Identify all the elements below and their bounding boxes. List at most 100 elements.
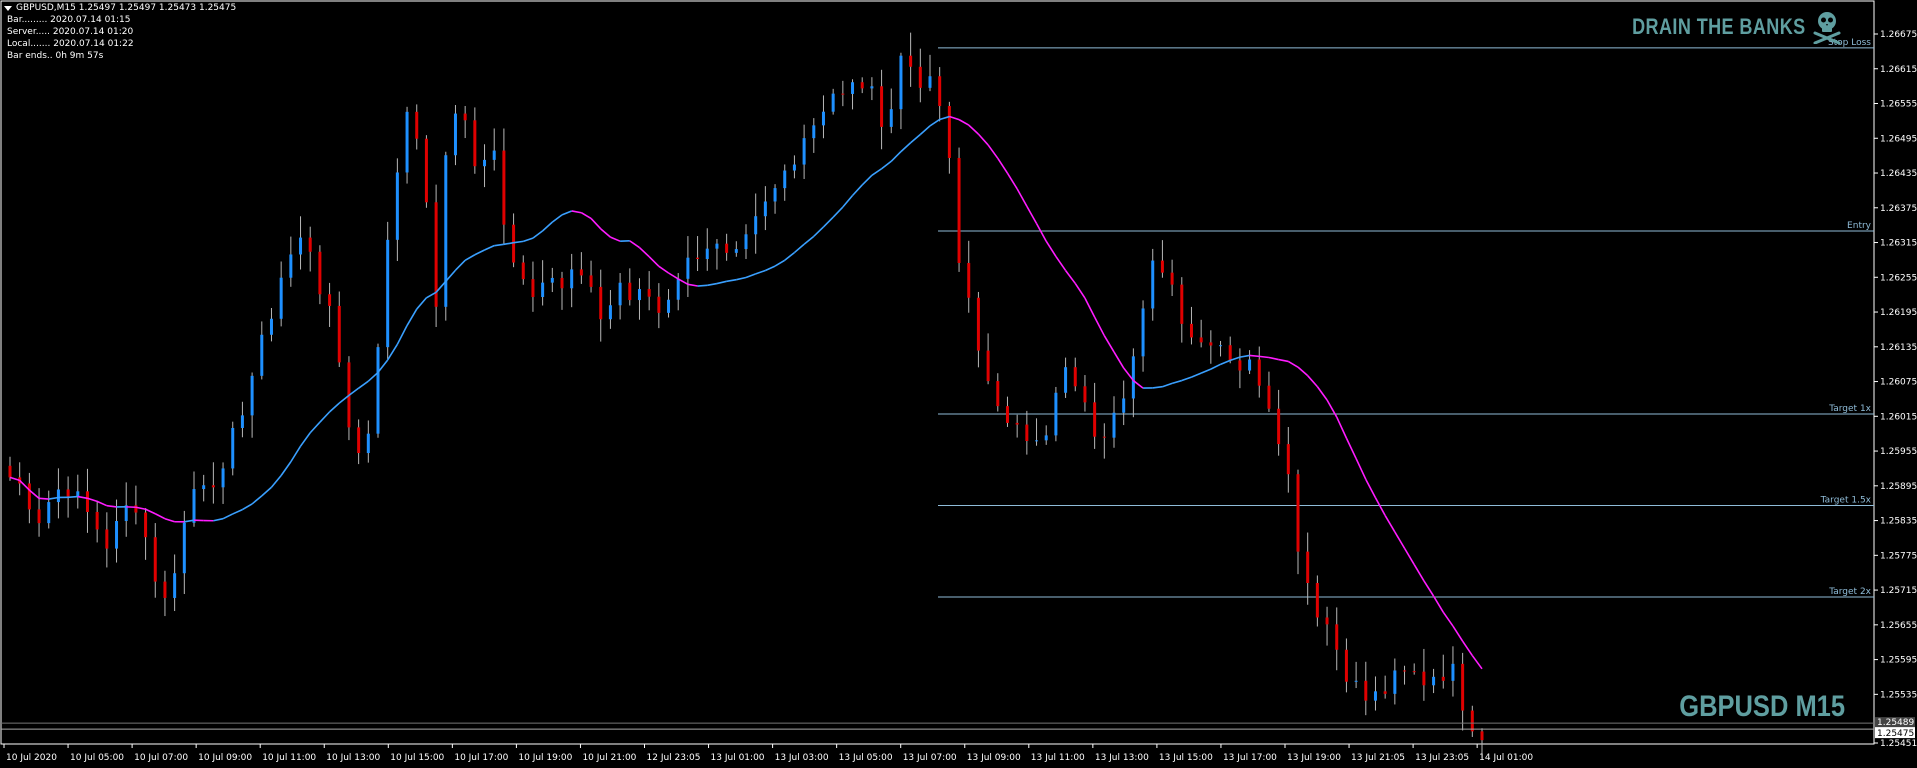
candle-bear [424, 138, 428, 203]
candle-bear [938, 76, 942, 107]
candle-bull [269, 318, 273, 335]
ma-segment [1152, 385, 1163, 389]
ma-segment [1278, 358, 1289, 363]
time-tick-label: 13 Jul 01:00 [711, 753, 765, 763]
ma-segment [1452, 625, 1464, 642]
candle-bear [947, 106, 951, 158]
ma-segment [736, 276, 747, 281]
ma-segment [154, 513, 166, 520]
ma-segment [551, 214, 563, 223]
candle-bear [328, 294, 332, 306]
candle-bull [279, 277, 283, 319]
ma-segment [1035, 223, 1047, 242]
skull-crossbones-icon [1813, 12, 1841, 44]
ma-segment [164, 517, 175, 523]
time-tick-label: 13 Jul 07:00 [903, 753, 957, 763]
ma-segment [726, 278, 737, 283]
ma-segment [1461, 640, 1473, 656]
candle-bear [144, 512, 148, 538]
ma-segment [745, 273, 756, 279]
ma-segment [861, 174, 873, 186]
candle-bear [1364, 680, 1368, 701]
ma-segment [1287, 360, 1299, 368]
candle-bear [105, 529, 109, 549]
candle-bull [395, 172, 399, 240]
ma-segment [299, 432, 311, 447]
price-tick-label: 1.26555 [1880, 100, 1917, 110]
candle-bear [725, 243, 729, 253]
candle-bull [1354, 680, 1358, 682]
ma-segment [842, 194, 854, 208]
ma-segment [716, 280, 727, 285]
candle-bear [1015, 422, 1019, 425]
level-label: Target 2x [1828, 587, 1871, 597]
ma-segment [1336, 416, 1348, 439]
candle-bull [173, 573, 177, 598]
price-tick-label: 1.26255 [1880, 273, 1917, 283]
ma-segment [454, 259, 466, 271]
candle-bull [182, 522, 186, 574]
candle-bear [1306, 551, 1310, 583]
ma-segment [309, 421, 321, 434]
candle-bear [860, 82, 864, 89]
candle-bull [754, 216, 758, 235]
price-tick-label: 1.26615 [1880, 65, 1917, 75]
ma-segment [919, 125, 931, 136]
ma-segment [1297, 366, 1309, 377]
candle-bear [1257, 359, 1261, 386]
ma-segment [474, 249, 485, 256]
ma-segment [242, 503, 253, 511]
symbol-watermark: GBPUSD M15 [1679, 690, 1845, 723]
candle-bull [637, 289, 641, 301]
ma-segment [1413, 564, 1425, 582]
symbol-header[interactable]: GBPUSD,M15 1.25497 1.25497 1.25473 1.254… [4, 2, 236, 14]
candle-bull [483, 159, 487, 167]
ma-segment [1326, 399, 1338, 418]
candle-bear [85, 491, 89, 512]
candle-bull [763, 201, 767, 217]
bar-ends: Bar ends.. 0h 9m 57s [7, 51, 104, 61]
candle-bear [337, 305, 341, 363]
candle-bull [831, 93, 835, 112]
price-tick-label: 1.25655 [1880, 621, 1917, 631]
candle-bull [202, 485, 206, 490]
ma-segment [1268, 356, 1279, 361]
candle-bull [1064, 367, 1068, 393]
candle-bear [1461, 663, 1465, 711]
level-label: Target 1.5x [1820, 496, 1872, 506]
ma-segment [1239, 354, 1250, 358]
price-chart[interactable]: Stop LossEntryTarget 1xTarget 1.5xTarget… [0, 0, 1917, 768]
ma-segment [997, 157, 1009, 174]
ma-segment [1316, 386, 1328, 401]
dropdown-arrow-icon[interactable] [4, 5, 12, 11]
price-tag-upper: 1.25489 [1877, 718, 1914, 728]
price-tick-label: 1.26075 [1880, 378, 1917, 388]
price-axis: 1.26675 1.26615 1.26555 1.26495 1.26435 1.263… [1874, 30, 1917, 749]
ma-segment [261, 486, 273, 497]
bar-time: Bar......... 2020.07.14 01:15 [7, 15, 131, 25]
price-tick-label: 1.25715 [1880, 586, 1917, 596]
ma-segment [464, 254, 476, 262]
candle-bull [889, 109, 893, 127]
time-tick-label: 12 Jul 23:05 [647, 753, 701, 763]
ma-segment [900, 142, 912, 153]
candle-bear [153, 537, 157, 582]
candle-bear [357, 427, 361, 454]
server-time: Server..... 2020.07.14 01:20 [7, 27, 134, 37]
ma-segment [222, 513, 234, 520]
ma-segment [1394, 531, 1406, 549]
ma-segment [358, 380, 369, 389]
time-tick-label: 13 Jul 19:00 [1287, 753, 1341, 763]
trade-levels: Stop LossEntryTarget 1xTarget 1.5xTarget… [938, 38, 1874, 598]
candle-bull [299, 237, 303, 255]
candle-bull [802, 138, 806, 165]
candle-bear [163, 581, 167, 598]
candle-bull [676, 278, 680, 300]
ma-segment [1345, 437, 1357, 459]
ma-segment [396, 325, 408, 345]
ma-segment [600, 228, 611, 238]
ma-segment [68, 495, 78, 499]
ma-segment [1259, 355, 1270, 359]
time-tick-label: 13 Jul 11:00 [1031, 753, 1085, 763]
ma-segment [890, 151, 902, 162]
